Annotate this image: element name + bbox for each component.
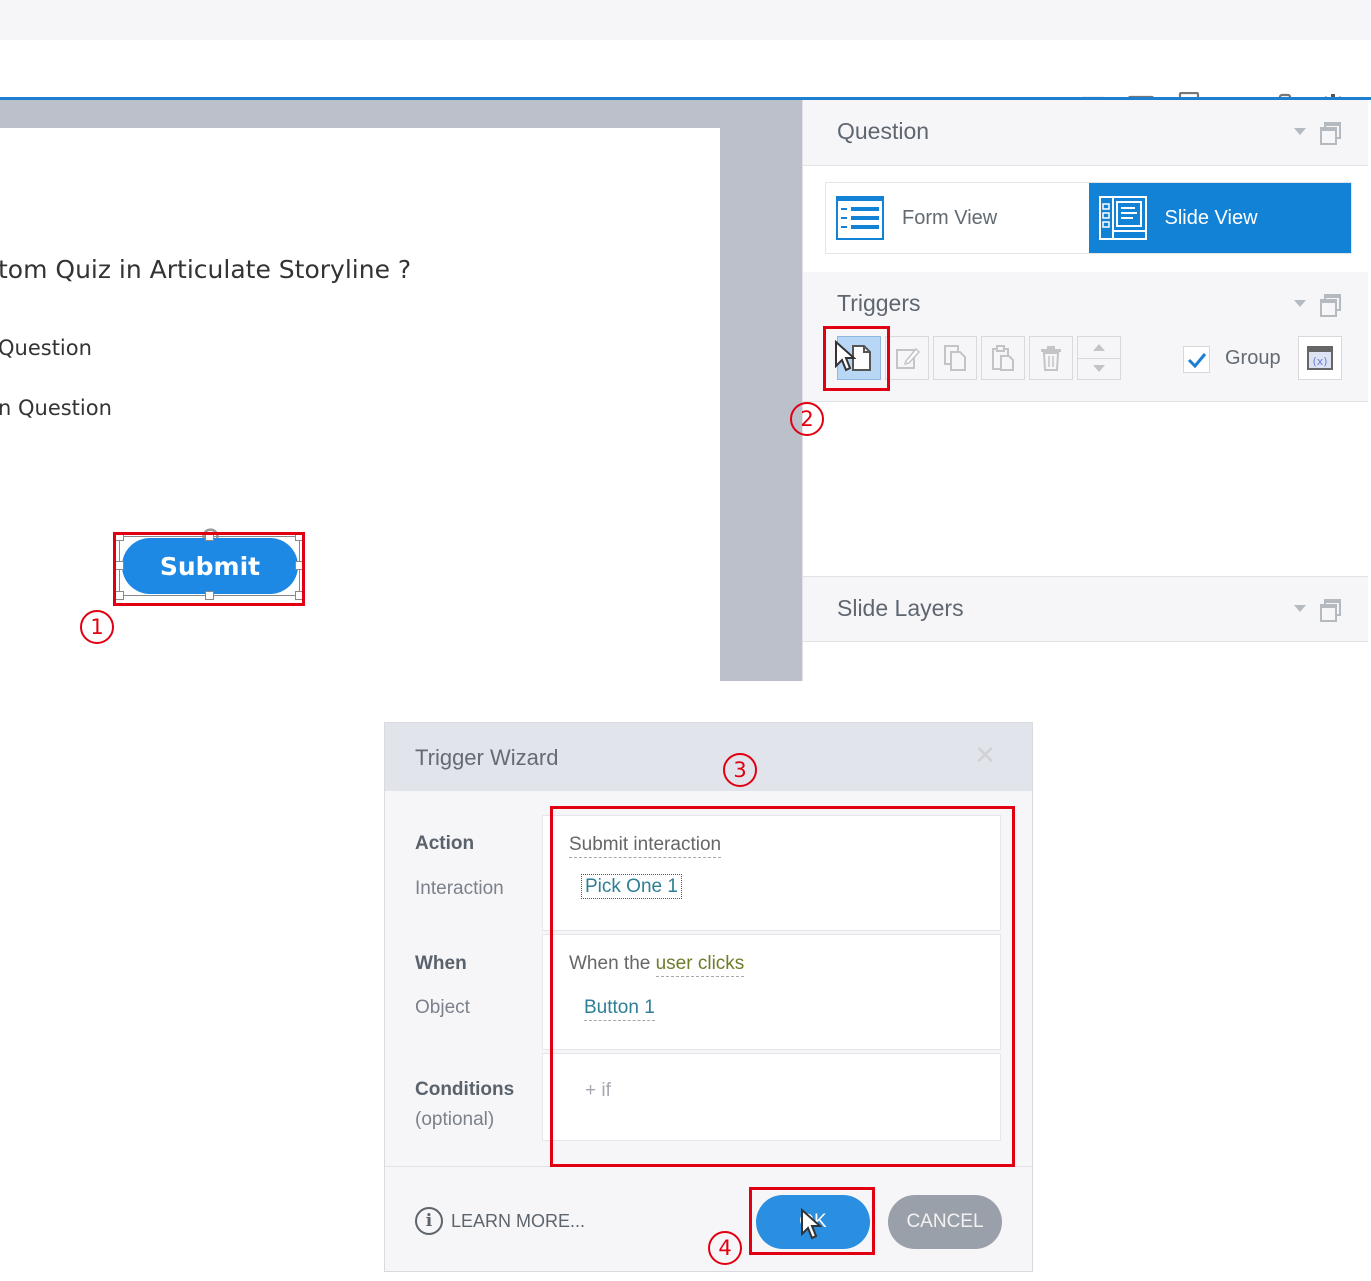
info-icon: i xyxy=(415,1207,443,1235)
interaction-dropdown[interactable]: Pick One 1 xyxy=(581,874,682,899)
resize-handle[interactable] xyxy=(115,561,124,570)
new-trigger-button[interactable] xyxy=(837,336,881,380)
slide-view-label: Slide View xyxy=(1164,206,1258,229)
action-dropdown[interactable]: Submit interaction xyxy=(569,834,722,858)
delete-trigger-button[interactable] xyxy=(1029,336,1073,380)
triggers-toolbar: Group (x) xyxy=(803,320,1368,402)
copy-icon xyxy=(944,345,966,371)
device-preview-toolbar xyxy=(0,40,1371,120)
cancel-button[interactable]: CANCEL xyxy=(888,1195,1002,1249)
interaction-label: Interaction xyxy=(415,878,504,899)
selection-frame xyxy=(119,536,300,596)
ok-button[interactable]: OK xyxy=(756,1195,870,1249)
triggers-panel-title: Triggers xyxy=(837,290,921,316)
collapse-caret-icon[interactable] xyxy=(1294,299,1306,307)
right-panel: Question Form View Slide View Triggers G… xyxy=(802,100,1371,681)
move-down-button[interactable] xyxy=(1078,359,1120,380)
when-label: When xyxy=(415,953,467,974)
edit-trigger-icon xyxy=(896,347,920,369)
conditions-card: + if xyxy=(542,1053,1001,1141)
resize-handle[interactable] xyxy=(205,532,214,541)
step-3-marker: 3 xyxy=(723,753,757,787)
trash-icon xyxy=(1041,346,1061,371)
edit-trigger-button[interactable] xyxy=(885,336,929,380)
paste-icon xyxy=(992,345,1014,371)
dialog-title: Trigger Wizard xyxy=(415,745,559,770)
svg-text:(x): (x) xyxy=(1312,355,1327,368)
learn-more-link[interactable]: i LEARN MORE... xyxy=(415,1207,585,1235)
question-text[interactable]: tom Quiz in Articulate Storyline ? xyxy=(0,255,411,284)
step-2-marker: 2 xyxy=(790,402,824,436)
action-card: Submit interaction Pick One 1 xyxy=(542,815,1001,931)
event-dropdown[interactable]: user clicks xyxy=(655,953,745,977)
dialog-header: Trigger Wizard ✕ xyxy=(385,723,1032,791)
answer-option-2[interactable]: n Question xyxy=(0,396,112,420)
dialog-footer: i LEARN MORE... OK CANCEL xyxy=(385,1166,1032,1271)
action-label: Action xyxy=(415,833,475,854)
triggers-panel-header: Triggers xyxy=(803,272,1368,320)
slide-layers-panel-title: Slide Layers xyxy=(837,595,964,621)
slide-layers-panel-header: Slide Layers xyxy=(803,576,1368,642)
resize-handle[interactable] xyxy=(115,591,124,600)
conditions-label: Conditions xyxy=(415,1079,515,1100)
group-checkbox[interactable] xyxy=(1183,346,1210,373)
object-dropdown[interactable]: Button 1 xyxy=(584,997,655,1021)
variables-icon: (x) xyxy=(1307,346,1333,370)
question-panel-header: Question xyxy=(803,100,1368,166)
restore-window-icon[interactable] xyxy=(1320,599,1341,622)
paste-trigger-button[interactable] xyxy=(981,336,1025,380)
move-trigger-buttons xyxy=(1077,336,1121,380)
step-1-marker: 1 xyxy=(80,610,114,644)
form-view-icon xyxy=(836,196,884,240)
when-prefix: When the xyxy=(569,953,656,974)
answer-option-1[interactable]: Question xyxy=(0,336,92,360)
group-label: Group xyxy=(1225,347,1281,369)
variables-button[interactable]: (x) xyxy=(1298,336,1342,380)
trigger-wizard-dialog: Trigger Wizard ✕ Action Interaction Subm… xyxy=(384,722,1033,1272)
resize-handle[interactable] xyxy=(115,532,124,541)
collapse-caret-icon[interactable] xyxy=(1294,604,1306,612)
add-condition-link[interactable]: + if xyxy=(585,1080,611,1102)
learn-more-label: LEARN MORE... xyxy=(451,1210,586,1231)
arrow-down-icon xyxy=(1093,365,1105,373)
collapse-caret-icon[interactable] xyxy=(1294,127,1306,135)
checkmark-icon xyxy=(1187,352,1206,368)
conditions-optional-label: (optional) xyxy=(415,1109,495,1130)
form-view-label: Form View xyxy=(902,206,998,229)
slide-stage: tom Quiz in Articulate Storyline ? Quest… xyxy=(0,100,802,681)
resize-handle[interactable] xyxy=(295,591,304,600)
resize-handle[interactable] xyxy=(295,532,304,541)
copy-trigger-button[interactable] xyxy=(933,336,977,380)
step-4-marker: 4 xyxy=(708,1231,742,1265)
restore-window-icon[interactable] xyxy=(1320,122,1341,145)
when-card: When the user clicks Button 1 xyxy=(542,934,1001,1050)
view-toggle: Form View Slide View xyxy=(825,182,1352,254)
slide-view-tab[interactable]: Slide View xyxy=(1088,183,1351,253)
slide-canvas[interactable]: tom Quiz in Articulate Storyline ? Quest… xyxy=(0,128,720,681)
move-up-button[interactable] xyxy=(1078,337,1120,359)
resize-handle[interactable] xyxy=(205,591,214,600)
new-trigger-icon xyxy=(852,345,871,371)
restore-window-icon[interactable] xyxy=(1320,294,1341,317)
question-panel-title: Question xyxy=(837,118,930,144)
close-icon[interactable]: ✕ xyxy=(974,743,996,769)
object-label: Object xyxy=(415,997,470,1018)
form-view-tab[interactable]: Form View xyxy=(826,183,1089,253)
resize-handle[interactable] xyxy=(295,561,304,570)
app-top-strip xyxy=(0,0,1371,40)
arrow-up-icon xyxy=(1093,343,1105,351)
slide-view-icon xyxy=(1098,196,1147,240)
